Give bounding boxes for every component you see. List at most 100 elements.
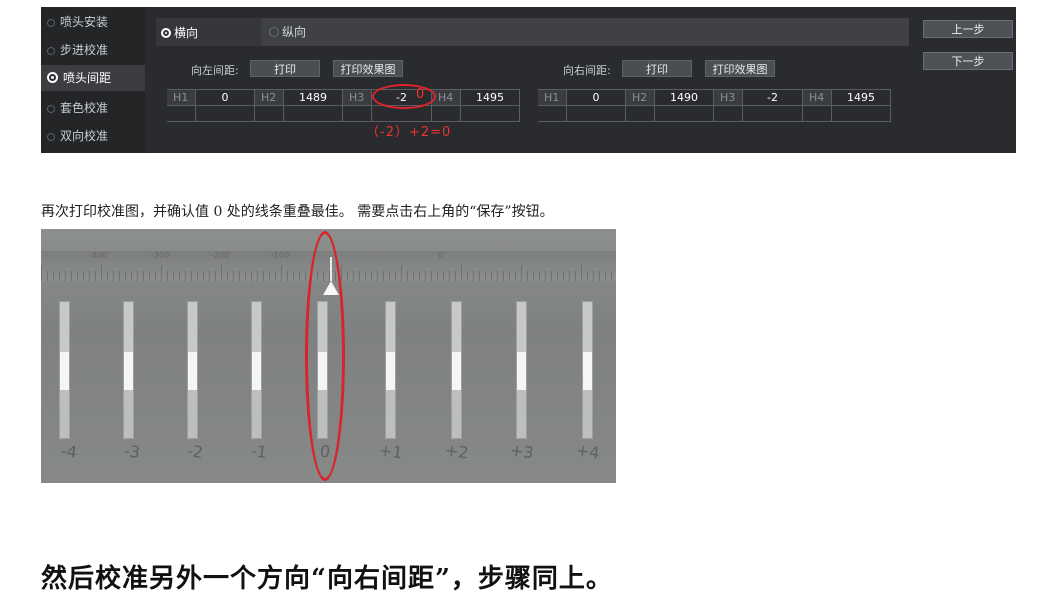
ruler-tick [275, 271, 276, 281]
radio-icon [47, 133, 55, 141]
section-heading: 然后校准另外一个方向“向右间距”，步骤同上。 [41, 564, 613, 594]
empty-cell [461, 106, 520, 122]
ruler-tick [593, 271, 594, 281]
ruler-tick [167, 271, 168, 281]
ruler-tick [125, 271, 126, 281]
ruler-tick [461, 265, 462, 281]
ruler-tick [53, 271, 54, 281]
sidebar-item-color-registration[interactable]: 套色校准 [41, 95, 145, 121]
ruler-tick [263, 271, 264, 281]
ruler-tick [59, 271, 60, 281]
sidebar-item-label: 套色校准 [60, 101, 109, 115]
ruler-tick [539, 271, 540, 281]
empty-cell [626, 106, 655, 122]
cell-key: H2 [626, 90, 655, 106]
ruler-number: 0 [438, 251, 444, 260]
h1-input[interactable]: 0 [196, 90, 255, 106]
bar-label: -3 [122, 440, 142, 463]
ruler-tick [479, 271, 480, 281]
ruler-tick [353, 271, 354, 281]
cell-key: H1 [167, 90, 196, 106]
h3-input[interactable]: -2 [743, 90, 803, 106]
ruler-tick [581, 265, 582, 281]
ruler-tick [155, 271, 156, 281]
ruler-tick [599, 271, 600, 281]
empty-cell [432, 106, 461, 122]
h4-input[interactable]: 1495 [461, 90, 520, 106]
orientation-vertical-radio[interactable]: 纵向 [261, 18, 909, 46]
ruler-tick [545, 271, 546, 281]
next-step-button[interactable]: 下一步 [923, 52, 1013, 70]
ruler-tick [191, 271, 192, 281]
ruler-tick [377, 271, 378, 281]
empty-cell [567, 106, 626, 122]
ruler-tick [449, 271, 450, 281]
ruler-tick [515, 271, 516, 281]
ruler-tick [521, 265, 522, 281]
calibration-bar [187, 301, 198, 439]
calibration-bar [451, 301, 462, 439]
ruler-tick [527, 271, 528, 281]
ruler-tick [227, 271, 228, 281]
annotation-formula: （-2）+2=0 [366, 125, 452, 140]
empty-cell [743, 106, 803, 122]
ruler-tick [203, 271, 204, 281]
ruler-tick [293, 271, 294, 281]
h2-input[interactable]: 1490 [655, 90, 714, 106]
h2-input[interactable]: 1489 [284, 90, 343, 106]
radio-icon [47, 105, 55, 113]
sidebar-item-nozzle-install[interactable]: 喷头安装 [41, 9, 145, 35]
right-print-effect-button[interactable]: 打印效果图 [705, 60, 775, 77]
calibration-bar [582, 301, 593, 439]
ruler-tick [89, 271, 90, 281]
ruler-tick [143, 271, 144, 281]
h1-input[interactable]: 0 [567, 90, 626, 106]
ruler-tick [221, 265, 222, 281]
empty-cell [284, 106, 343, 122]
ruler-tick [281, 265, 282, 281]
left-print-button[interactable]: 打印 [250, 60, 320, 77]
orientation-horizontal-label: 横向 [174, 26, 199, 40]
cell-key: H2 [255, 90, 284, 106]
cell-key: H4 [432, 90, 461, 106]
ruler-tick [491, 271, 492, 281]
table-row: H1 0 H2 1490 H3 -2 H4 1495 [538, 90, 891, 106]
ruler-tick [251, 271, 252, 281]
sidebar-item-step-calibration[interactable]: 步进校准 [41, 37, 145, 63]
sidebar-item-bidirectional-calibration[interactable]: 双向校准 [41, 123, 145, 149]
sidebar-item-label: 喷头间距 [63, 71, 112, 85]
ruler-number: -100 [271, 251, 290, 260]
ruler-tick [503, 271, 504, 281]
ruler-tick [359, 271, 360, 281]
left-spacing-label: 向左间距: [191, 64, 239, 77]
ruler-tick [383, 271, 384, 281]
ruler-tick [485, 271, 486, 281]
ruler-tick [149, 271, 150, 281]
empty-cell [538, 106, 567, 122]
radio-icon [47, 19, 55, 27]
ruler-tick [611, 271, 612, 281]
ruler-tick [101, 265, 102, 281]
ruler-tick [365, 271, 366, 281]
ruler-tick [389, 271, 390, 281]
radio-icon [47, 47, 55, 55]
left-print-effect-button[interactable]: 打印效果图 [333, 60, 403, 77]
ruler-tick [509, 271, 510, 281]
ruler-tick [407, 271, 408, 281]
table-row [167, 106, 520, 122]
ruler-tick [161, 265, 162, 281]
bar-label: +1 [377, 440, 404, 463]
ruler-tick [443, 271, 444, 281]
prev-step-button[interactable]: 上一步 [923, 20, 1013, 38]
right-print-button[interactable]: 打印 [622, 60, 692, 77]
ruler-tick [95, 271, 96, 281]
calibration-bar [385, 301, 396, 439]
bar-label: +3 [508, 440, 535, 463]
empty-cell [832, 106, 891, 122]
ruler-tick [497, 271, 498, 281]
orientation-horizontal-radio[interactable]: 横向 [161, 24, 198, 41]
h4-input[interactable]: 1495 [832, 90, 891, 106]
table-row: H1 0 H2 1489 H3 -2 H4 1495 [167, 90, 520, 106]
sidebar-item-nozzle-spacing[interactable]: 喷头间距 [41, 65, 145, 91]
sidebar: 喷头安装 步进校准 喷头间距 套色校准 双向校准 [41, 7, 145, 153]
